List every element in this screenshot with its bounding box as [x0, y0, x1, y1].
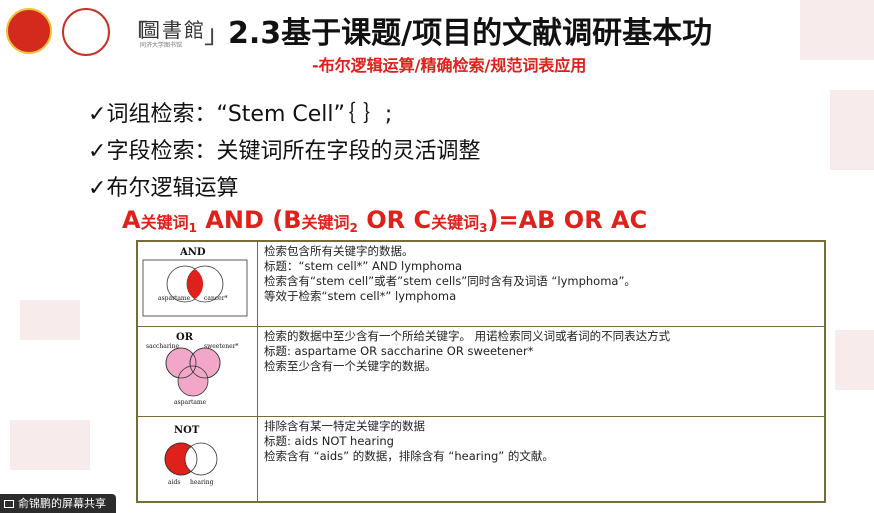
formula-a: A [122, 206, 141, 234]
operator-label: OR [176, 332, 194, 343]
and-venn-cell: AND aspartame cancer* [136, 240, 258, 327]
desc-line: 检索含有“stem cell”或者”stem cells”同时含有及词语 “ly… [264, 274, 636, 288]
formula-or: OR C [357, 206, 432, 234]
slide: 「 圖書館 」 同济大学图书馆 2.3基于课题/项目的文献调研基本功 -布尔逻辑… [0, 0, 874, 513]
desc-line: 标题：“stem cell*” AND lymphoma [264, 259, 463, 273]
bracket-right: 」 [204, 20, 231, 50]
bullet-item: ✓字段检索：关键词所在字段的灵活调整 [88, 133, 480, 165]
page-title: 2.3基于课题/项目的文献调研基本功 [228, 16, 713, 51]
set-b-label: cancer* [204, 295, 228, 302]
or-description: 检索的数据中至少含有一个所给关键字。 用诺检索同义词或者词的不同表达方式 标题:… [257, 326, 826, 417]
bullet-item: ✓布尔逻辑运算 [88, 170, 238, 202]
youth-league-logo [6, 8, 52, 54]
and-venn-diagram [142, 259, 248, 317]
set-b-label: hearing [190, 479, 214, 486]
check-icon: ✓ [88, 102, 107, 127]
or-venn-cell: OR saccharine sweetener* aspartame [136, 326, 258, 417]
boolean-operators-table: AND aspartame cancer* 检索包含所有关键字的数据。 标题：“… [136, 240, 826, 503]
university-seal-logo [62, 8, 110, 56]
formula-keyword: 关键词 [140, 213, 189, 232]
table-row: OR saccharine sweetener* aspartame 检索的数据… [136, 326, 826, 417]
background-decoration [835, 330, 874, 390]
check-icon: ✓ [88, 176, 107, 201]
boolean-formula: A关键词1 AND (B关键词2 OR C关键词3)=AB OR AC [122, 206, 647, 235]
desc-line: 标题: aspartame OR saccharine OR sweetener… [264, 344, 534, 358]
bullet-text: 布尔逻辑运算 [106, 176, 239, 201]
formula-keyword: 关键词 [301, 213, 350, 232]
formula-keyword: 关键词 [431, 213, 480, 232]
screen-share-indicator[interactable]: 俞锦鹏的屏幕共享 [0, 494, 116, 513]
not-venn-cell: NOT aids hearing [136, 416, 258, 503]
bullet-text: 字段检索：关键词所在字段的灵活调整 [106, 139, 481, 164]
formula-rest: )=AB OR AC [487, 206, 648, 234]
screen-share-icon [4, 500, 14, 508]
and-description: 检索包含所有关键字的数据。 标题：“stem cell*” AND lympho… [257, 240, 826, 327]
not-description: 排除含有某一特定关键字的数据 标题: aids NOT hearing 检索含有… [257, 416, 826, 503]
background-decoration [830, 90, 874, 170]
check-icon: ✓ [88, 139, 107, 164]
desc-line: 检索至少含有一个关键字的数据。 [264, 359, 437, 373]
background-decoration [10, 420, 90, 470]
formula-sub: 1 [188, 221, 197, 235]
page-subtitle: -布尔逻辑运算/精确检索/规范词表应用 [312, 56, 587, 75]
desc-line: 排除含有某一特定关键字的数据 [264, 419, 425, 433]
desc-line: 标题: aids NOT hearing [264, 434, 394, 448]
library-logo: 「 圖書館 」 同济大学图书馆 [122, 14, 230, 54]
library-name: 圖書館 [140, 18, 206, 42]
or-venn-diagram [165, 347, 221, 397]
background-decoration [20, 300, 80, 340]
background-decoration [800, 0, 874, 60]
bullet-item: ✓词组检索：“Stem Cell”｛ ｝; [88, 96, 392, 128]
desc-line: 检索的数据中至少含有一个所给关键字。 用诺检索同义词或者词的不同表达方式 [264, 329, 671, 343]
set-a-label: aspartame [158, 295, 191, 302]
desc-line: 等效于检索“stem cell*” lymphoma [264, 289, 457, 303]
table-row: NOT aids hearing 排除含有某一特定关键字的数据 标题: aids… [136, 416, 826, 503]
not-venn-diagram [164, 442, 218, 476]
bullet-text: 词组检索：“Stem Cell”｛ ｝; [106, 102, 393, 127]
desc-line: 检索含有 “aids” 的数据，排除含有 “hearing” 的文献。 [264, 449, 554, 463]
set-c-label: aspartame [174, 399, 207, 406]
set-a-label: aids [168, 479, 181, 486]
operator-label: AND [180, 247, 206, 258]
formula-and: AND (B [196, 206, 302, 234]
screen-share-label: 俞锦鹏的屏幕共享 [18, 497, 106, 510]
formula-sub: 2 [349, 221, 358, 235]
desc-line: 检索包含所有关键字的数据。 [264, 244, 414, 258]
library-subtitle: 同济大学图书馆 [140, 42, 183, 49]
table-row: AND aspartame cancer* 检索包含所有关键字的数据。 标题：“… [136, 240, 826, 327]
operator-label: NOT [174, 425, 200, 436]
